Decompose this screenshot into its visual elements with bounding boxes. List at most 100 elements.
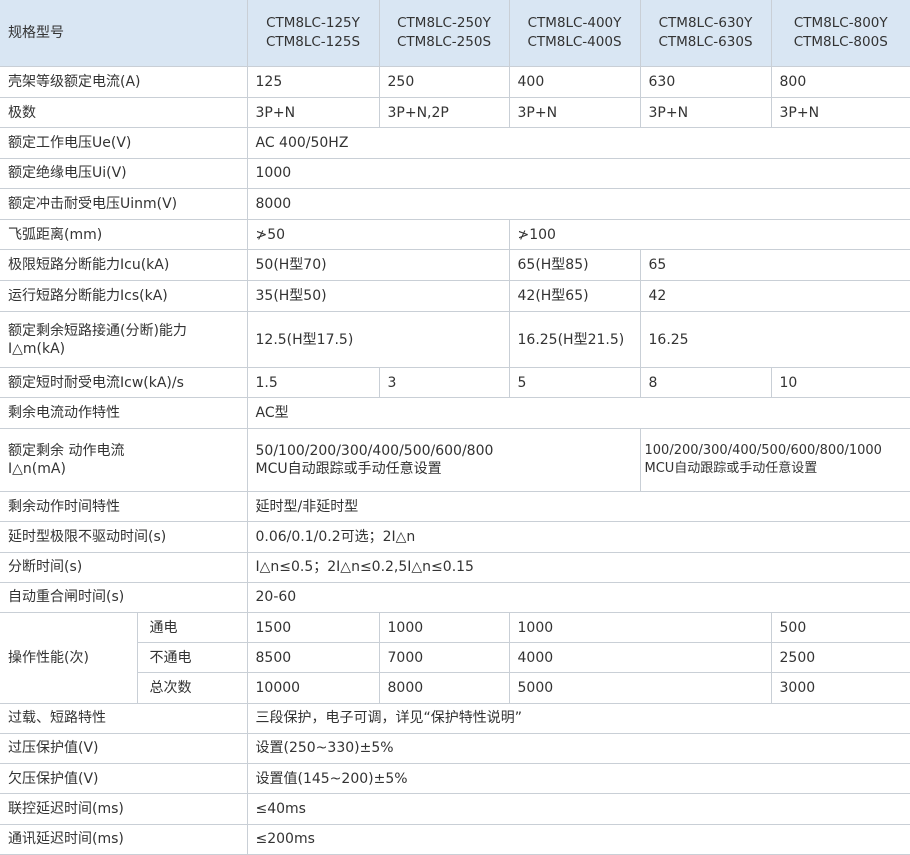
- row-label: 极数: [0, 97, 248, 129]
- cell: 0.06/0.1/0.2可选；2I△n: [246, 521, 910, 553]
- cell: 5000: [508, 672, 772, 704]
- cell: 800: [770, 65, 910, 99]
- cell: 50(H型70): [246, 249, 510, 281]
- row-comm-delay: 通讯延迟时间(ms) ≤200ms: [0, 823, 910, 855]
- cell: 10: [770, 367, 910, 399]
- row-label: 剩余动作时间特性: [0, 491, 248, 523]
- row-ics: 运行短路分断能力Ics(kA) 35(H型50) 42(H型65) 42: [0, 279, 910, 312]
- cell: 42: [639, 279, 910, 312]
- cell: 125: [246, 65, 380, 99]
- cell: ≤40ms: [246, 793, 910, 825]
- model-125: CTM8LC-125Y CTM8LC-125S: [246, 0, 380, 67]
- row-label: 额定剩余短路接通(分断)能力 I△m(kA): [0, 310, 248, 369]
- cell: 50/100/200/300/400/500/600/800 MCU自动跟踪或手动…: [246, 427, 641, 493]
- sub-label: 不通电: [137, 642, 248, 674]
- row-overload: 过载、短路特性 三段保护，电子可调，详见“保护特性说明”: [0, 702, 910, 734]
- cell: ≯100: [508, 219, 910, 251]
- cell: 1500: [246, 611, 380, 644]
- row-idn: 额定剩余 动作电流 I△n(mA) 50/100/200/300/400/500/…: [0, 427, 910, 493]
- row-arc: 飞弧距离(mm) ≯50 ≯100: [0, 219, 910, 251]
- sub-label: 总次数: [137, 672, 248, 704]
- row-label: 剩余电流动作特性: [0, 397, 248, 429]
- row-idm: 额定剩余短路接通(分断)能力 I△m(kA) 12.5(H型17.5) 16.25…: [0, 310, 910, 369]
- model-800: CTM8LC-800Y CTM8LC-800S: [770, 0, 910, 67]
- cell: ≯50: [246, 219, 510, 251]
- row-label: 过压保护值(V): [0, 732, 248, 765]
- cell: 7000: [378, 642, 510, 674]
- cell: 1.5: [246, 367, 380, 399]
- cell: 延时型/非延时型: [246, 491, 910, 523]
- cell: 8000: [378, 672, 510, 704]
- cell: 1000: [508, 611, 772, 644]
- row-undervoltage: 欠压保护值(V) 设置值(145~200)±5%: [0, 763, 910, 795]
- cell: 4000: [508, 642, 772, 674]
- row-label: 额定短时耐受电流Icw(kA)/s: [0, 367, 248, 399]
- cell: 5: [508, 367, 641, 399]
- row-label: 额定工作电压Ue(V): [0, 127, 248, 159]
- cell: 1000: [246, 157, 910, 189]
- cell: 3P+N: [639, 97, 772, 129]
- cell: 8000: [246, 187, 910, 221]
- cell: 8500: [246, 642, 380, 674]
- row-operation-total: 总次数 10000 8000 5000 3000: [0, 672, 910, 704]
- row-interlock: 联控延迟时间(ms) ≤40ms: [0, 793, 910, 825]
- cell: 3P+N: [770, 97, 910, 129]
- row-label: 运行短路分断能力Ics(kA): [0, 279, 248, 312]
- cell: AC 400/50HZ: [246, 127, 910, 159]
- cell: 100/200/300/400/500/600/800/1000 MCU自动跟踪或…: [639, 427, 910, 493]
- cell: AC型: [246, 397, 910, 429]
- cell: 3P+N,2P: [378, 97, 510, 129]
- row-label: 壳架等级额定电流(A): [0, 65, 248, 99]
- cell: 16.25: [639, 310, 910, 369]
- row-label: 通讯延迟时间(ms): [0, 823, 248, 855]
- sub-label: 通电: [136, 611, 248, 644]
- header-label: 规格型号: [0, 0, 248, 67]
- cell: 500: [770, 611, 910, 644]
- row-label: 欠压保护值(V): [0, 763, 248, 795]
- cell: 12.5(H型17.5): [246, 310, 510, 369]
- row-uimp: 额定冲击耐受电压Uinm(V) 8000: [0, 187, 910, 221]
- row-ui: 额定绝缘电压Ui(V) 1000: [0, 157, 910, 189]
- cell: 3: [378, 367, 510, 399]
- cell: I△n≤0.5；2I△n≤0.2,5I△n≤0.15: [246, 551, 910, 583]
- row-reclose: 自动重合闸时间(s) 20-60: [0, 581, 910, 614]
- row-operation-unpowered: 不通电 8500 7000 4000 2500: [0, 642, 910, 674]
- row-label: 分断时间(s): [0, 551, 248, 583]
- cell: 65(H型85): [508, 249, 641, 281]
- row-icw: 额定短时耐受电流Icw(kA)/s 1.5 3 5 8 10: [0, 367, 910, 399]
- cell: 3P+N: [246, 97, 380, 129]
- row-icu: 极限短路分断能力Icu(kA) 50(H型70) 65(H型85) 65: [0, 249, 910, 281]
- cell: 设置值(145~200)±5%: [246, 763, 910, 795]
- row-label: 自动重合闸时间(s): [0, 581, 248, 614]
- cell: 设置(250~330)±5%: [246, 732, 910, 765]
- row-label: 过载、短路特性: [0, 702, 248, 734]
- row-label: 额定冲击耐受电压Uinm(V): [0, 187, 248, 221]
- row-break-time: 分断时间(s) I△n≤0.5；2I△n≤0.2,5I△n≤0.15: [0, 551, 910, 583]
- cell: 630: [639, 65, 772, 99]
- spec-table: 规格型号 CTM8LC-125Y CTM8LC-125S CTM8LC-250Y C…: [0, 0, 910, 855]
- cell: 1000: [378, 611, 510, 644]
- model-250: CTM8LC-250Y CTM8LC-250S: [378, 0, 510, 67]
- row-label: 联控延迟时间(ms): [0, 793, 248, 825]
- model-400: CTM8LC-400Y CTM8LC-400S: [508, 0, 641, 67]
- row-residual-char: 剩余电流动作特性 AC型: [0, 397, 910, 429]
- row-residual-time: 剩余动作时间特性 延时型/非延时型: [0, 491, 910, 523]
- header-row: 规格型号 CTM8LC-125Y CTM8LC-125S CTM8LC-250Y C…: [0, 0, 910, 67]
- cell: 65: [639, 249, 910, 281]
- row-label: 飞弧距离(mm): [0, 219, 248, 251]
- row-label: 延时型极限不驱动时间(s): [0, 521, 248, 553]
- cell: 16.25(H型21.5): [508, 310, 641, 369]
- row-label: 操作性能(次): [0, 612, 138, 704]
- cell: 3000: [770, 672, 910, 704]
- model-630: CTM8LC-630Y CTM8LC-630S: [639, 0, 772, 67]
- row-overvoltage: 过压保护值(V) 设置(250~330)±5%: [0, 732, 910, 765]
- row-label: 极限短路分断能力Icu(kA): [0, 249, 248, 281]
- cell: 2500: [770, 642, 910, 674]
- row-operation-powered: 操作性能(次) 通电 1500 1000 1000 500: [0, 611, 910, 704]
- cell: 250: [378, 65, 510, 99]
- row-ue: 额定工作电压Ue(V) AC 400/50HZ: [0, 127, 910, 159]
- row-frame-current: 壳架等级额定电流(A) 125 250 400 630 800: [0, 65, 910, 99]
- cell: ≤200ms: [246, 823, 910, 855]
- cell: 8: [639, 367, 772, 399]
- cell: 20-60: [246, 581, 910, 614]
